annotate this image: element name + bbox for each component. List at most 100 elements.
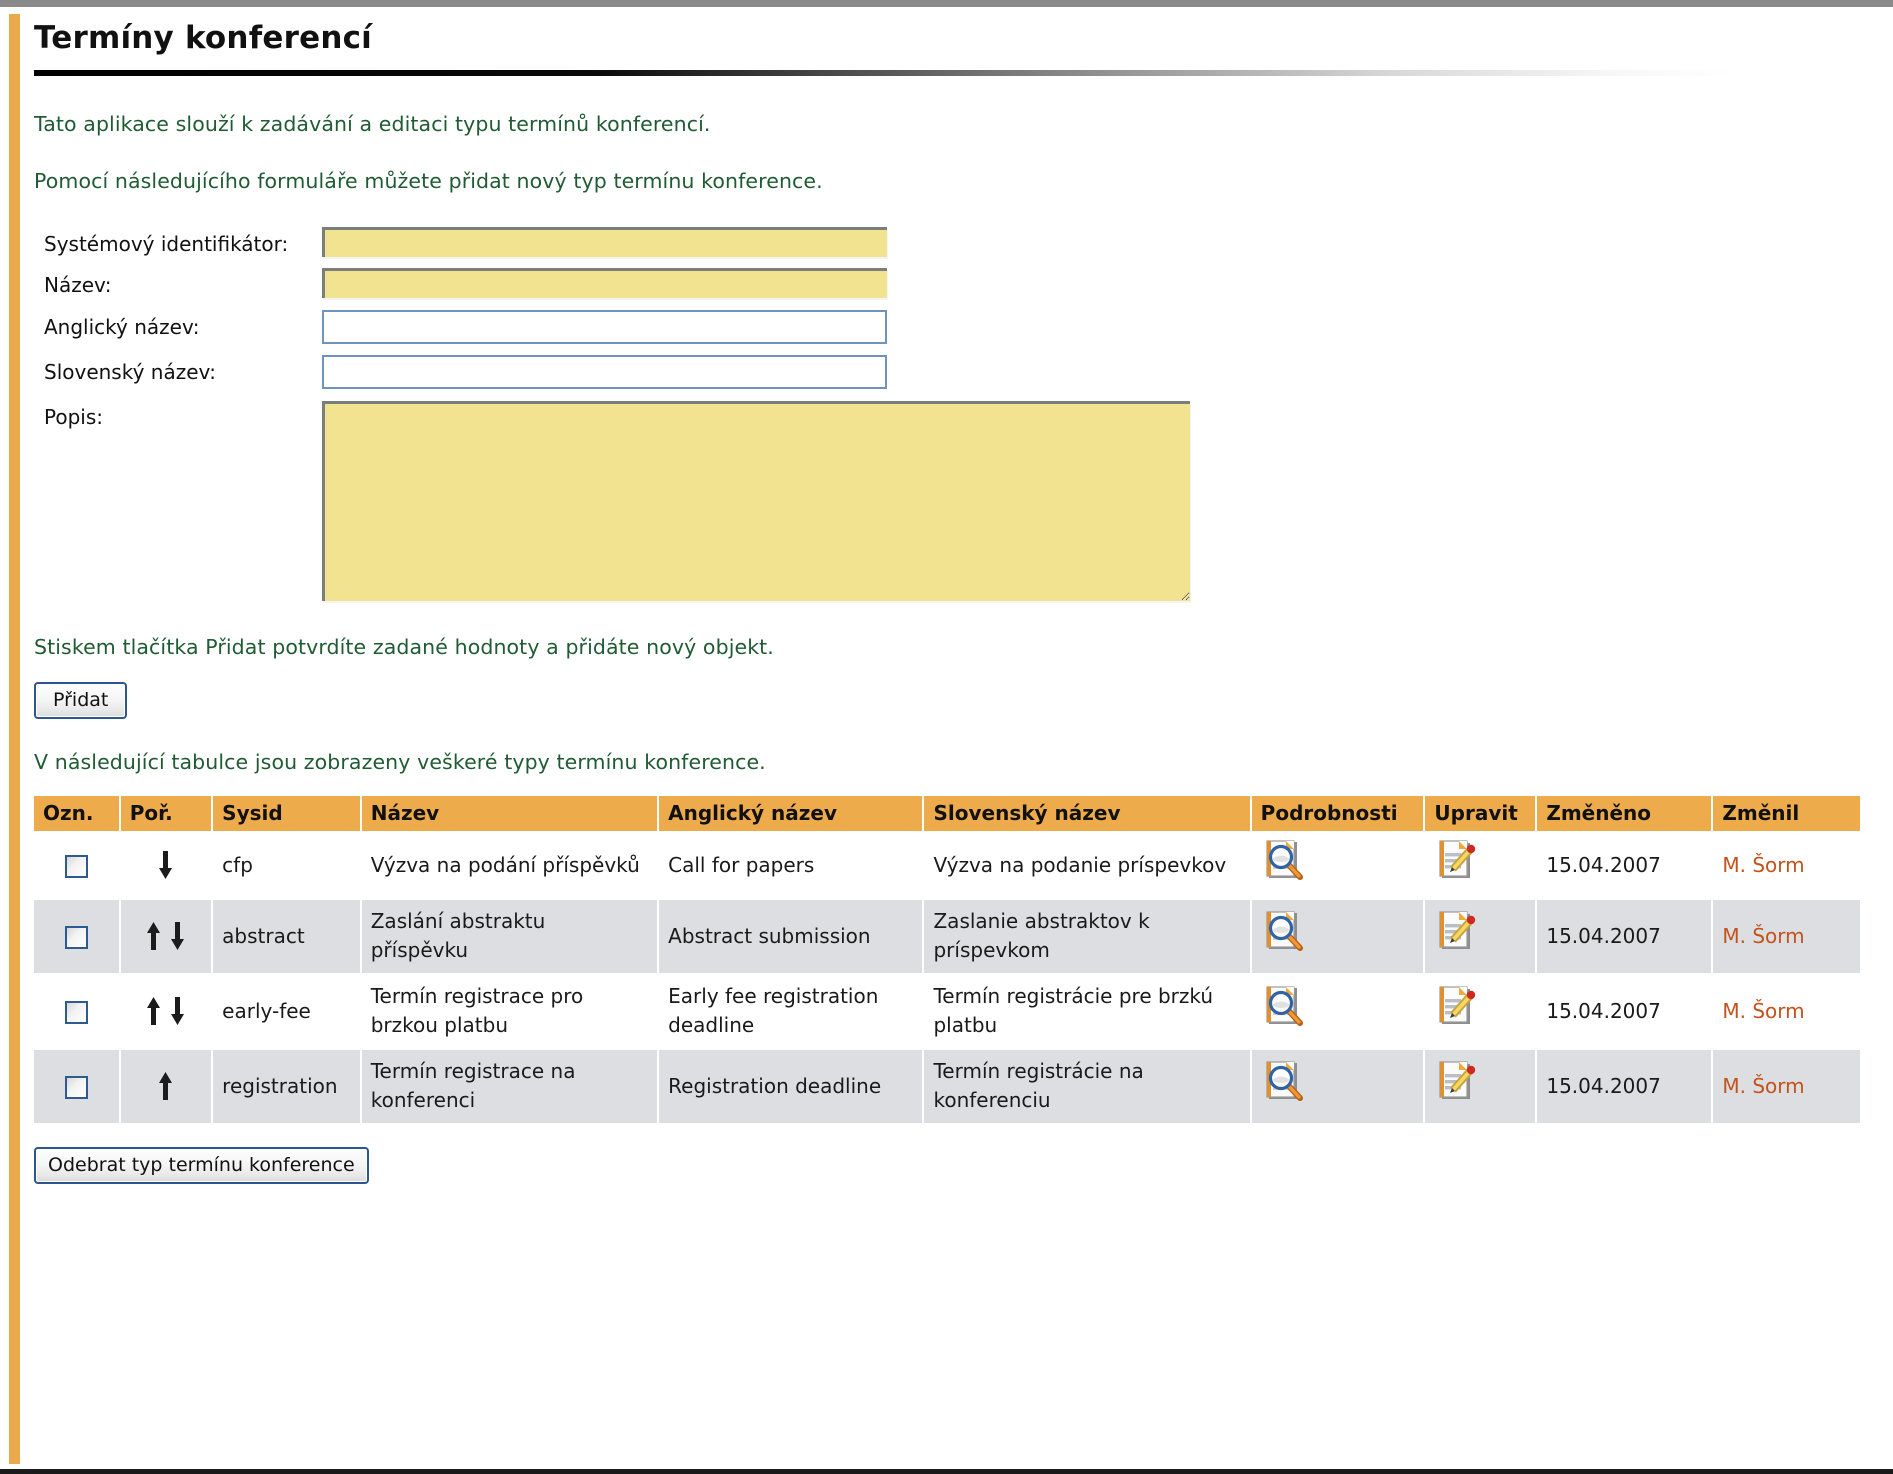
header-slovensky-nazev: Slovenský název [924,796,1250,831]
table-header-row: Ozn. Poř. Sysid Název Anglický název Slo… [34,796,1860,831]
header-por: Poř. [120,796,212,831]
move-down-arrow-icon[interactable] [169,921,186,952]
table-row: registration Termín registrace na konfere… [34,1050,1860,1123]
cell-order [120,1050,212,1123]
slovensky-nazev-input[interactable] [322,355,887,389]
cell-anglicky-nazev: Registration deadline [659,1050,923,1123]
intro-text-line2: Pomocí následujícího formuláře můžete př… [34,169,823,193]
header-ozn: Ozn. [34,796,119,831]
title-divider [34,70,1733,76]
cell-sysid: registration [213,1050,360,1123]
cell-podrobnosti [1251,900,1424,973]
cell-podrobnosti [1251,975,1424,1048]
header-upravit: Upravit [1425,796,1536,831]
cell-sysid: cfp [213,833,360,898]
cell-zmenil: M. Šorm [1713,975,1860,1048]
sysid-input[interactable] [322,227,887,257]
table-row: cfp Výzva na podání příspěvků Call for pap… [34,833,1860,898]
form-row-anglicky-nazev: Anglický název: [34,310,1893,344]
page-content: Termíny konferencí Tato aplikace slouží … [34,14,1893,1464]
cell-upravit [1425,1050,1536,1123]
cell-slovensky-nazev: Termín registrácie pre brzkú platbu [924,975,1250,1048]
cell-nazev: Zaslání abstraktu příspěvku [361,900,658,973]
submit-hint-text: Stiskem tlačítka Přidat potvrdíte zadané… [34,635,774,659]
label-nazev: Název: [44,273,112,297]
document-magnifier-icon[interactable] [1265,986,1305,1028]
cell-slovensky-nazev: Zaslanie abstraktov k príspevkom [924,900,1250,973]
author-link[interactable]: M. Šorm [1722,999,1804,1023]
cell-zmeneno: 15.04.2007 [1537,900,1712,973]
cell-sysid: abstract [213,900,360,973]
cell-zmeneno: 15.04.2007 [1537,1050,1712,1123]
cell-order [120,900,212,973]
label-sysid: Systémový identifikátor: [44,232,289,256]
row-select-checkbox[interactable] [64,925,88,949]
cell-sysid: early-fee [213,975,360,1048]
intro-text-line1: Tato aplikace slouží k zadávání a editac… [34,112,711,136]
cell-anglicky-nazev: Abstract submission [659,900,923,973]
row-select-checkbox[interactable] [64,854,88,878]
move-up-arrow-icon[interactable] [157,1071,174,1102]
move-down-arrow-icon[interactable] [169,996,186,1027]
cell-upravit [1425,833,1536,898]
move-down-arrow-icon[interactable] [157,850,174,881]
cell-nazev: Termín registrace na konferenci [361,1050,658,1123]
author-link[interactable]: M. Šorm [1722,853,1804,877]
author-link[interactable]: M. Šorm [1722,924,1804,948]
remove-button-wrap: Odebrat typ termínu konference [34,1147,1893,1184]
table-row: early-fee Termín registrace pro brzkou pl… [34,975,1860,1048]
author-link[interactable]: M. Šorm [1722,1074,1804,1098]
cell-zmenil: M. Šorm [1713,900,1860,973]
cell-order [120,833,212,898]
page-root: Termíny konferencí Tato aplikace slouží … [0,0,1893,1474]
form-row-slovensky-nazev: Slovenský název: [34,355,1893,389]
move-up-arrow-icon[interactable] [145,996,162,1027]
document-pencil-icon[interactable] [1438,840,1478,882]
document-pencil-icon[interactable] [1438,911,1478,953]
cell-ozn [34,833,119,898]
header-podrobnosti: Podrobnosti [1251,796,1424,831]
cell-zmeneno: 15.04.2007 [1537,975,1712,1048]
table-intro-text: V následující tabulce jsou zobrazeny veš… [34,750,766,774]
popis-textarea[interactable] [322,401,1190,601]
nazev-input[interactable] [322,268,887,298]
document-magnifier-icon[interactable] [1265,911,1305,953]
form-row-sysid: Systémový identifikátor: [34,227,1893,257]
add-term-form: Systémový identifikátor: Název: Anglický… [34,227,1893,601]
page-title: Termíny konferencí [34,20,372,56]
cell-order [120,975,212,1048]
move-up-arrow-icon[interactable] [145,921,162,952]
document-magnifier-icon[interactable] [1265,1061,1305,1103]
document-pencil-icon[interactable] [1438,1061,1478,1103]
remove-term-button[interactable]: Odebrat typ termínu konference [34,1147,369,1184]
cell-podrobnosti [1251,833,1424,898]
header-zmenil: Změnil [1713,796,1860,831]
cell-podrobnosti [1251,1050,1424,1123]
cell-ozn [34,900,119,973]
label-anglicky-nazev: Anglický název: [44,315,200,339]
header-zmeneno: Změněno [1537,796,1712,831]
cell-zmenil: M. Šorm [1713,833,1860,898]
cell-nazev: Termín registrace pro brzkou platbu [361,975,658,1048]
document-magnifier-icon[interactable] [1265,840,1305,882]
add-button[interactable]: Přidat [34,682,128,719]
header-nazev: Název [361,796,658,831]
header-sysid: Sysid [213,796,360,831]
document-pencil-icon[interactable] [1438,986,1478,1028]
cell-zmenil: M. Šorm [1713,1050,1860,1123]
cell-slovensky-nazev: Výzva na podanie príspevkov [924,833,1250,898]
anglicky-nazev-input[interactable] [322,310,887,344]
cell-slovensky-nazev: Termín registrácie na konferenciu [924,1050,1250,1123]
label-slovensky-nazev: Slovenský název: [44,360,217,384]
row-select-checkbox[interactable] [64,1075,88,1099]
label-popis: Popis: [44,405,103,429]
conference-terms-table: Ozn. Poř. Sysid Název Anglický název Slo… [34,794,1862,1125]
left-accent-bar [9,14,20,1464]
cell-ozn [34,1050,119,1123]
cell-upravit [1425,900,1536,973]
row-select-checkbox[interactable] [64,1000,88,1024]
cell-nazev: Výzva na podání příspěvků [361,833,658,898]
cell-upravit [1425,975,1536,1048]
cell-anglicky-nazev: Early fee registration deadline [659,975,923,1048]
table-body: cfp Výzva na podání příspěvků Call for pap… [34,833,1860,1123]
